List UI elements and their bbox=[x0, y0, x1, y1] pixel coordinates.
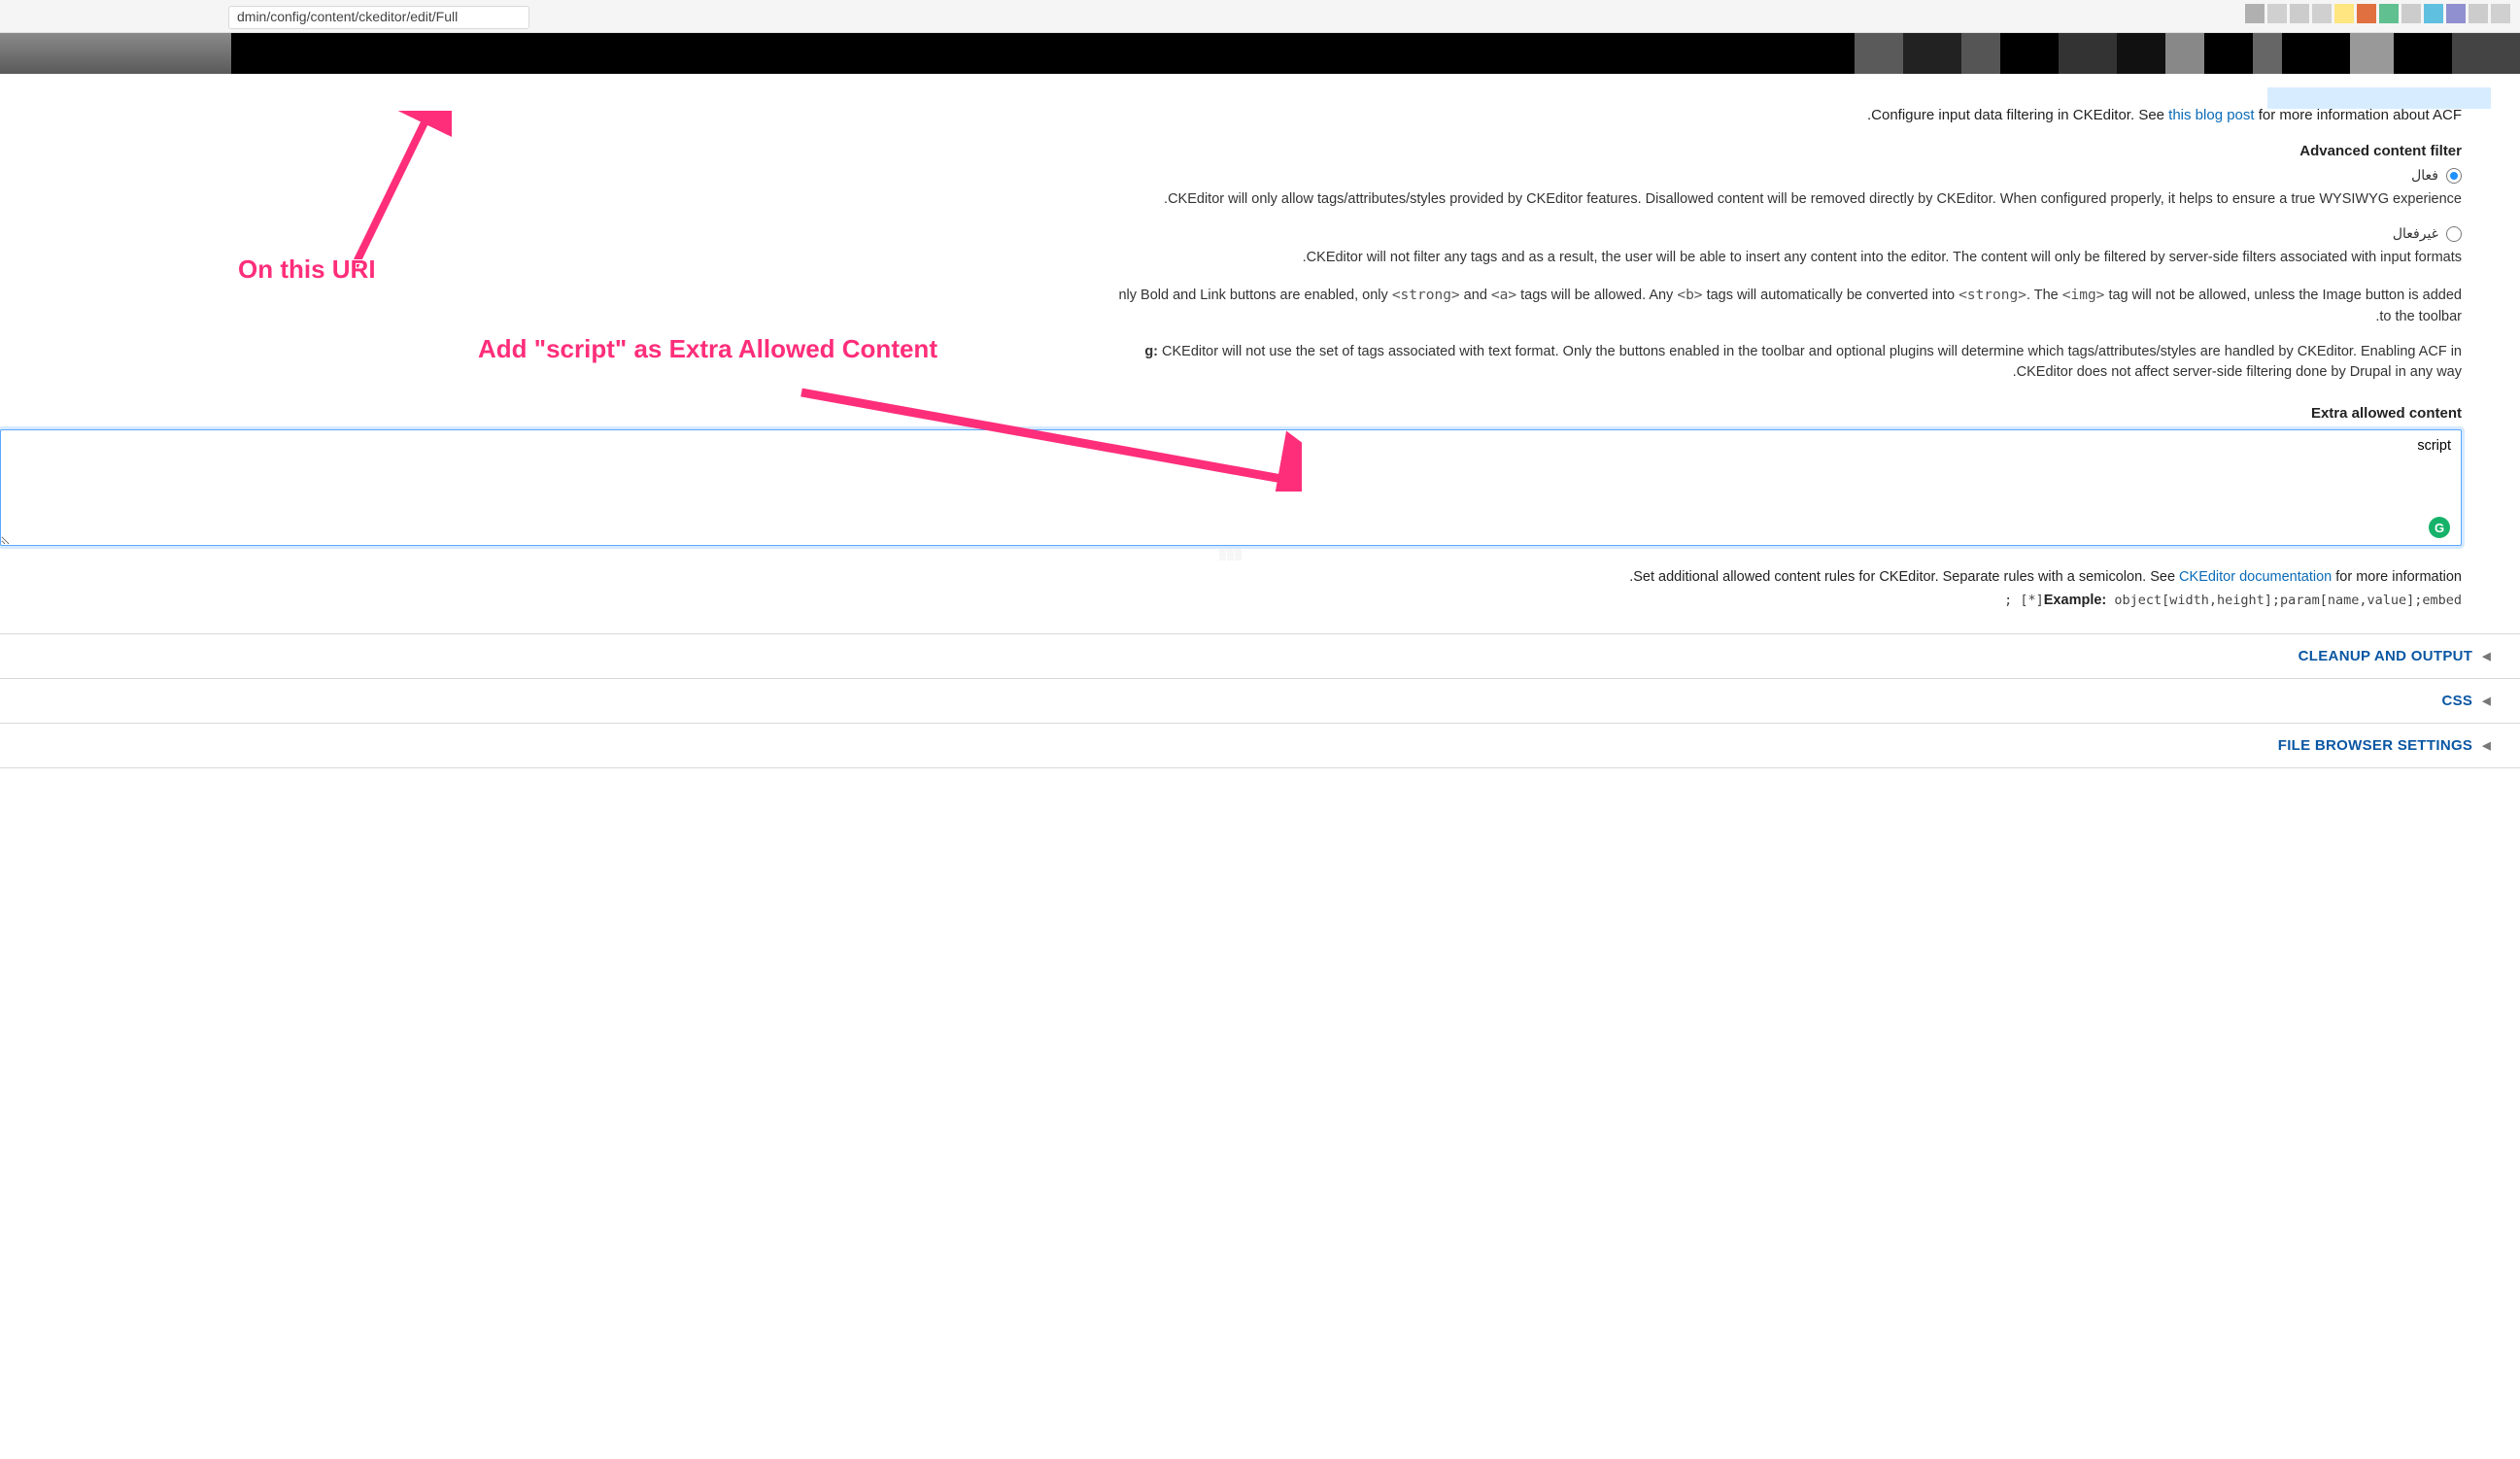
textarea-resize-handle[interactable]: ░░░ bbox=[0, 550, 2462, 558]
pixelation-block bbox=[2267, 87, 2491, 109]
acf-disabled-description: .CKEditor will not filter any tags and a… bbox=[0, 244, 2491, 280]
ckeditor-docs-link[interactable]: CKEditor documentation bbox=[2179, 569, 2332, 585]
chevron-left-icon: ◀ bbox=[2482, 739, 2491, 752]
address-bar[interactable]: dmin/config/content/ckeditor/edit/Full bbox=[228, 6, 529, 29]
acf-radio-enabled-label: فعال bbox=[2411, 167, 2438, 184]
extra-allowed-content-textarea[interactable] bbox=[0, 429, 2462, 546]
extra-allowed-content-label: Extra allowed content bbox=[0, 391, 2491, 425]
extra-example-line: ; [*]Example: object[width,height];param… bbox=[0, 591, 2491, 633]
acf-blog-post-link[interactable]: this blog post bbox=[2168, 107, 2254, 123]
extra-help-text: .Set additional allowed content rules fo… bbox=[0, 565, 2491, 591]
fieldset-label: FILE BROWSER SETTINGS bbox=[2278, 737, 2472, 754]
acf-example-paragraph: nly Bold and Link buttons are enabled, o… bbox=[0, 280, 2491, 336]
grammarly-icon[interactable]: G bbox=[2429, 517, 2450, 538]
acf-warning-paragraph: g: CKEditor will not use the set of tags… bbox=[0, 336, 2491, 392]
browser-top-chrome: dmin/config/content/ckeditor/edit/Full bbox=[0, 0, 2520, 33]
fieldset-css[interactable]: CSS ◀ bbox=[0, 678, 2520, 724]
acf-enabled-description: .CKEditor will only allow tags/attribute… bbox=[0, 186, 2491, 221]
radio-icon bbox=[2446, 168, 2462, 184]
acf-radio-enabled[interactable]: فعال bbox=[0, 163, 2491, 186]
chevron-left-icon: ◀ bbox=[2482, 650, 2491, 662]
acf-radio-disabled[interactable]: غيرفعال bbox=[0, 221, 2491, 244]
fieldset-label: CLEANUP AND OUTPUT bbox=[2299, 648, 2473, 664]
radio-icon bbox=[2446, 226, 2462, 242]
acf-section-label: Advanced content filter bbox=[0, 129, 2491, 163]
admin-toolbar bbox=[0, 33, 2520, 74]
acf-intro-line: .Configure input data filtering in CKEdi… bbox=[0, 74, 2491, 129]
fieldset-label: CSS bbox=[2441, 693, 2472, 709]
pixel-strip bbox=[2245, 4, 2510, 23]
acf-radio-disabled-label: غيرفعال bbox=[2393, 225, 2438, 242]
fieldset-file-browser-settings[interactable]: FILE BROWSER SETTINGS ◀ bbox=[0, 723, 2520, 768]
fieldset-cleanup-and-output[interactable]: CLEANUP AND OUTPUT ◀ bbox=[0, 633, 2520, 679]
chevron-left-icon: ◀ bbox=[2482, 695, 2491, 707]
